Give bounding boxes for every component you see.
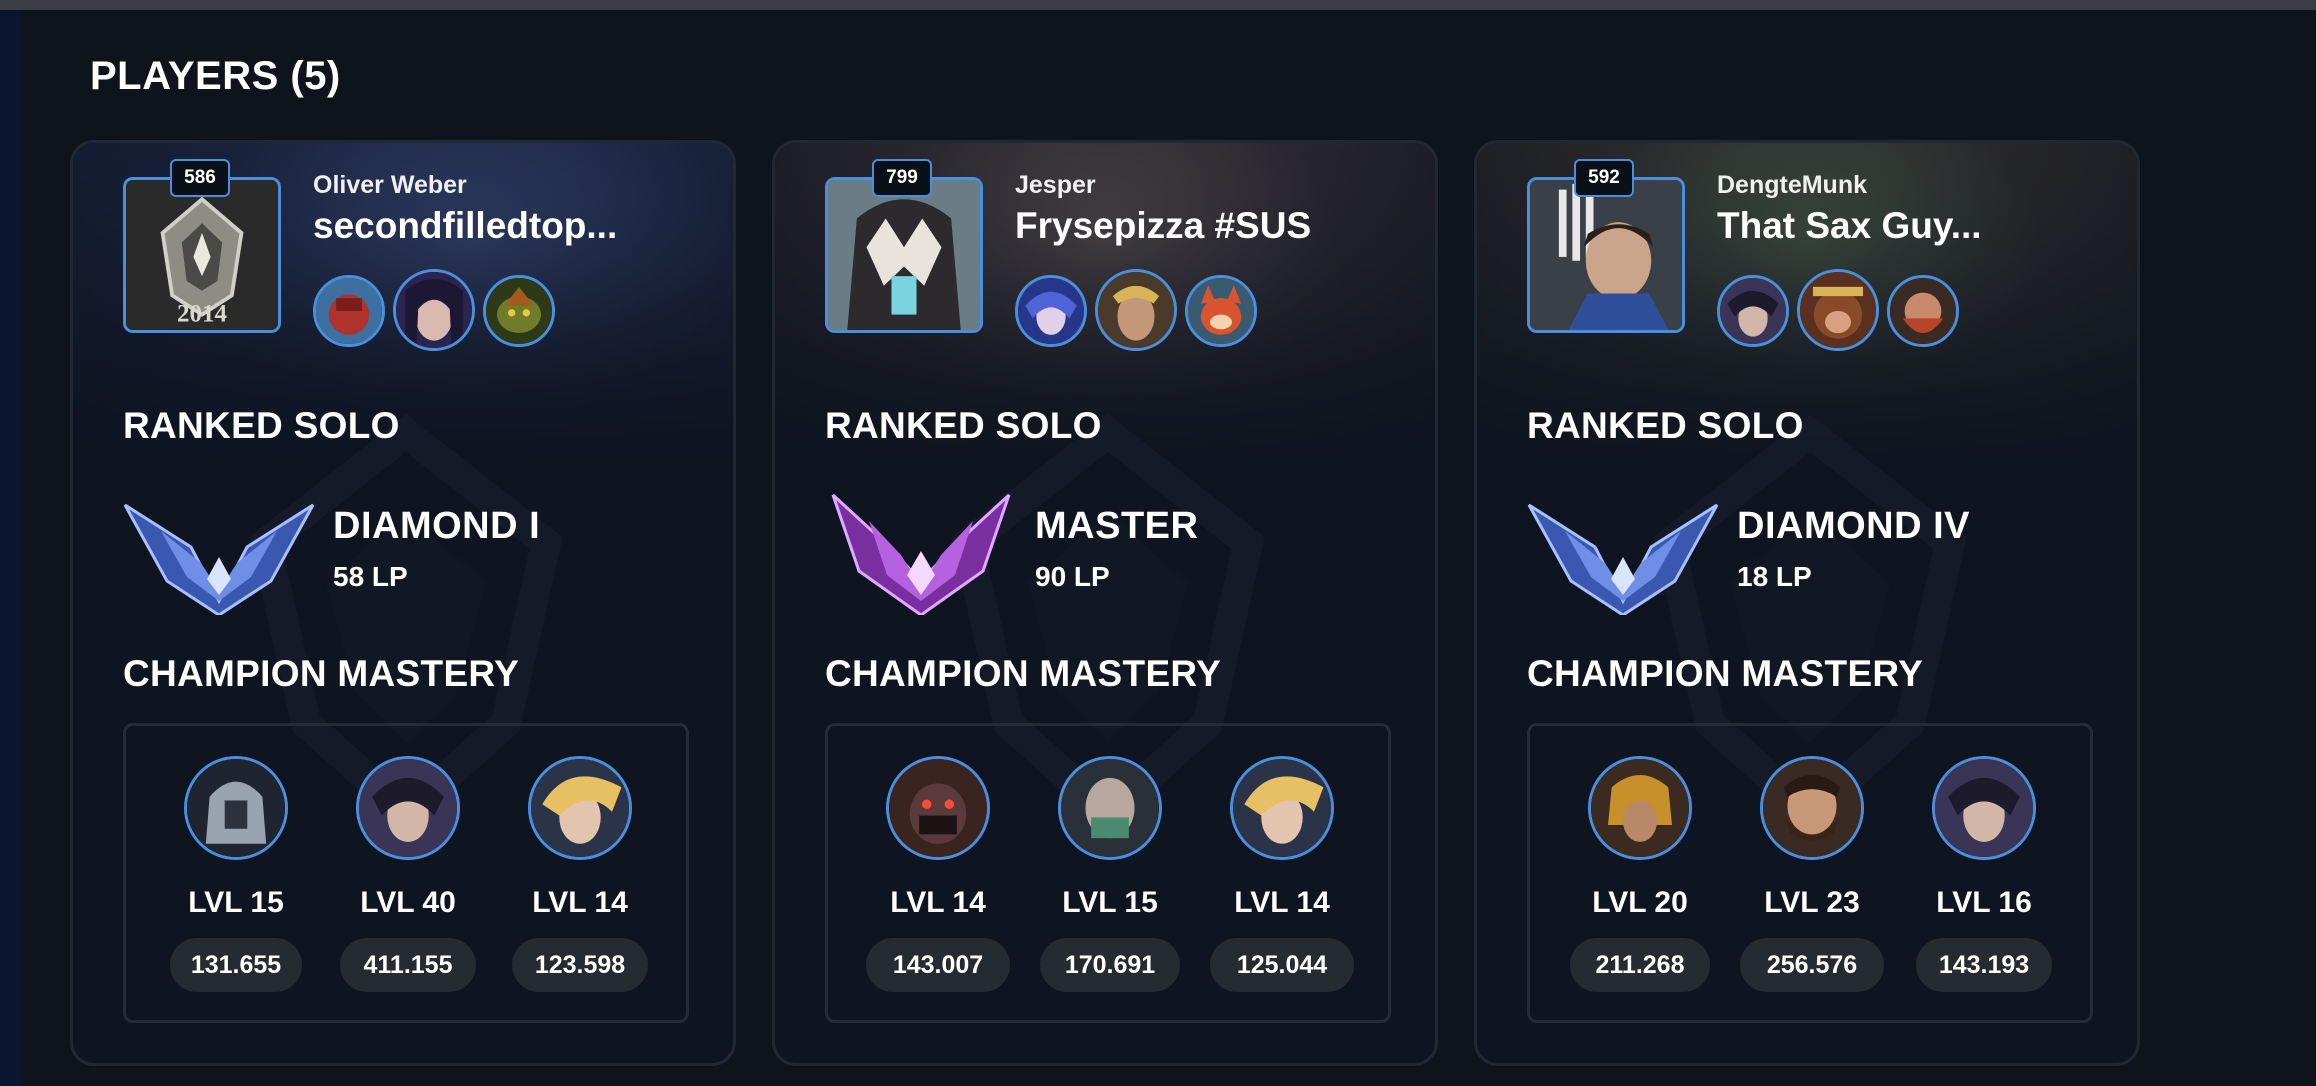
player-name: Oliver Weber: [313, 171, 467, 199]
mastery-entry[interactable]: LVL 15 131.655: [156, 726, 316, 1026]
champion-mastery-heading: CHAMPION MASTERY: [825, 653, 1222, 694]
summoner-level-badge: 592: [1574, 159, 1634, 197]
player-name: DengteMunk: [1717, 171, 1867, 199]
player-card[interactable]: 592 DengteMunk That Sax Guy... RANKED SO…: [1474, 140, 2140, 1066]
bearded-champion-icon: [1760, 756, 1864, 860]
mastery-level: LVL 16: [1936, 886, 2032, 919]
mastery-entry[interactable]: LVL 15 170.691: [1030, 726, 1190, 1026]
dark-swordsman-champion-icon[interactable]: [1717, 275, 1789, 347]
mastery-entry[interactable]: LVL 40 411.155: [328, 726, 488, 1026]
riot-id[interactable]: secondfilledtop...: [313, 205, 617, 247]
player-card[interactable]: 799 Jesper Frysepizza #SUS RANKED SOLO M…: [772, 140, 1438, 1066]
mastery-points: 125.044: [1210, 938, 1354, 992]
mastery-level: LVL 15: [188, 886, 284, 919]
mastery-points: 411.155: [340, 938, 476, 992]
green-beast-champion-icon[interactable]: [483, 275, 555, 347]
dark-swordsman-champion-icon: [356, 756, 460, 860]
mastery-level: LVL 14: [532, 886, 628, 919]
ranked-solo-heading: RANKED SOLO: [123, 405, 400, 446]
master-emblem-icon: [831, 493, 1011, 615]
mastery-entry[interactable]: LVL 14 123.598: [500, 726, 660, 1026]
mastery-points: 170.691: [1040, 938, 1180, 992]
champion-mastery-heading: CHAMPION MASTERY: [123, 653, 520, 694]
bald-masked-champion-icon: [1058, 756, 1162, 860]
window-top-bar: [0, 0, 2316, 10]
rank-tier: DIAMOND IV: [1737, 505, 1970, 547]
svg-text:2014: 2014: [177, 300, 228, 327]
mastery-points: 123.598: [512, 938, 648, 992]
player-card[interactable]: 2014 586 Oliver Weber secondfilledtop...…: [70, 140, 736, 1066]
dwarf-champion-icon[interactable]: [1887, 275, 1959, 347]
mastery-level: LVL 40: [360, 886, 456, 919]
mastery-panel: LVL 14 143.007 LVL 15 170.691 LVL 14 125…: [825, 723, 1391, 1023]
diamond-emblem-icon: [123, 503, 315, 615]
rank-lp: 58 LP: [333, 561, 408, 592]
profile-avatar[interactable]: [825, 177, 983, 333]
profile-avatar[interactable]: 2014: [123, 177, 281, 333]
main-content: PLAYERS (5) 2014 586 Oliver Weber second…: [20, 10, 2316, 1086]
riot-id[interactable]: Frysepizza #SUS: [1015, 205, 1311, 247]
blue-mage-champion-icon[interactable]: [1015, 275, 1087, 347]
mastery-points: 256.576: [1740, 938, 1884, 992]
diamond-emblem-icon: [1527, 503, 1719, 615]
ranked-solo-heading: RANKED SOLO: [1527, 405, 1804, 446]
summoner-level-badge: 586: [170, 159, 230, 197]
mastery-level: LVL 15: [1062, 886, 1158, 919]
masked-brute-champion-icon: [886, 756, 990, 860]
mastery-entry[interactable]: LVL 14 125.044: [1202, 726, 1362, 1026]
mastery-entry[interactable]: LVL 16 143.193: [1904, 726, 2064, 1026]
silver-helmet-champion-icon: [184, 756, 288, 860]
players-section-title: PLAYERS (5): [90, 54, 341, 98]
mastery-entry[interactable]: LVL 23 256.576: [1732, 726, 1892, 1026]
golden-warrior-champion-icon[interactable]: [1095, 269, 1177, 351]
mastery-points: 143.193: [1916, 938, 2052, 992]
riot-id[interactable]: That Sax Guy...: [1717, 205, 1982, 247]
red-fox-champion-icon[interactable]: [1185, 275, 1257, 347]
left-rail: [0, 10, 20, 1086]
mastery-entry[interactable]: LVL 14 143.007: [858, 726, 1018, 1026]
mastery-entry[interactable]: LVL 20 211.268: [1560, 726, 1720, 1026]
mastery-points: 131.655: [170, 938, 302, 992]
ranked-solo-heading: RANKED SOLO: [825, 405, 1102, 446]
red-armored-champion-icon[interactable]: [313, 275, 385, 347]
champion-mastery-heading: CHAMPION MASTERY: [1527, 653, 1924, 694]
blonde-champion-icon: [528, 756, 632, 860]
mastery-level: LVL 23: [1764, 886, 1860, 919]
rank-tier: DIAMOND I: [333, 505, 541, 547]
mastery-panel: LVL 20 211.268 LVL 23 256.576 LVL 16 143…: [1527, 723, 2093, 1023]
profile-avatar[interactable]: [1527, 177, 1685, 333]
golden-helmet-champion-icon: [1588, 756, 1692, 860]
mastery-level: LVL 14: [1234, 886, 1330, 919]
pale-hooded-champion-icon: [828, 180, 980, 330]
mastery-points: 211.268: [1570, 938, 1710, 992]
rank-lp: 18 LP: [1737, 561, 1812, 592]
mastery-level: LVL 20: [1592, 886, 1688, 919]
mastery-points: 143.007: [866, 938, 1010, 992]
blonde-champion-icon: [1230, 756, 1334, 860]
dark-haired-champion-icon[interactable]: [393, 269, 475, 351]
mastery-level: LVL 14: [890, 886, 986, 919]
silver-2014-trophy-icon: 2014: [126, 180, 278, 330]
sword-warrior-champion-icon: [1530, 180, 1682, 330]
rank-lp: 90 LP: [1035, 561, 1110, 592]
mastery-panel: LVL 15 131.655 LVL 40 411.155 LVL 14 123…: [123, 723, 689, 1023]
player-name: Jesper: [1015, 171, 1096, 199]
summoner-level-badge: 799: [872, 159, 932, 197]
dark-swordsman-champion-icon: [1932, 756, 2036, 860]
rank-tier: MASTER: [1035, 505, 1199, 547]
monkey-champion-icon[interactable]: [1797, 269, 1879, 351]
